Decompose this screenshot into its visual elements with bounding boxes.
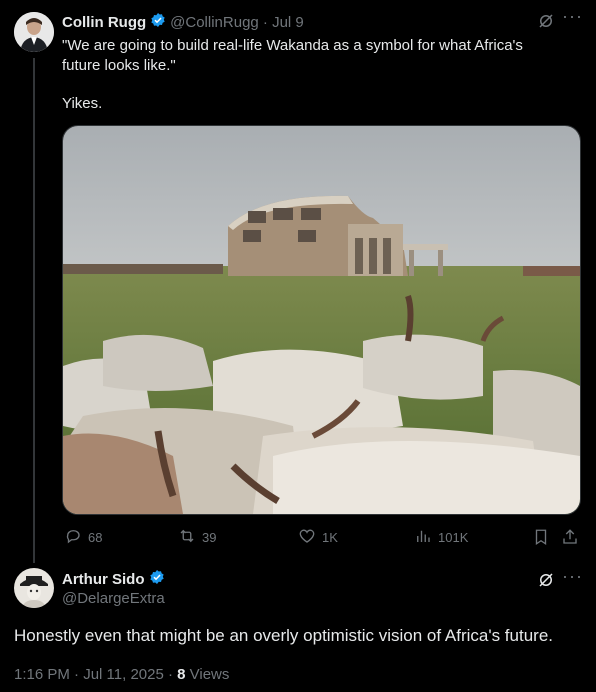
- tweet-body-line-2: future looks like.": [62, 57, 176, 74]
- views-icon: [414, 527, 432, 548]
- author-name[interactable]: Collin Rugg: [62, 14, 146, 31]
- reply-header: Arthur Sido: [62, 569, 165, 589]
- grok-icon[interactable]: [537, 571, 555, 594]
- verified-icon: [149, 569, 165, 590]
- repost-button[interactable]: 39: [178, 527, 216, 548]
- grok-icon[interactable]: [537, 12, 555, 35]
- share-icon[interactable]: [561, 528, 579, 551]
- views-count: 101K: [438, 530, 469, 545]
- avatar-arthur-sido[interactable]: [14, 568, 54, 608]
- reply-icon: [64, 527, 82, 548]
- reply-body: Honestly even that might be an overly op…: [14, 626, 553, 645]
- more-icon[interactable]: ···: [562, 6, 583, 27]
- more-icon[interactable]: ···: [562, 566, 583, 587]
- reply-meta: 1:16 PM · Jul 11, 2025 · 8 Views: [14, 666, 229, 683]
- tweet-header: Collin Rugg @CollinRugg · Jul 9: [62, 12, 304, 32]
- views-button[interactable]: 101K: [414, 527, 468, 548]
- reply-timestamp[interactable]: 1:16 PM · Jul 11, 2025 ·: [14, 666, 177, 683]
- like-count: 1K: [322, 530, 338, 545]
- tweet-body: "We are going to build real-life Wakanda…: [62, 36, 582, 114]
- like-button[interactable]: 1K: [298, 527, 338, 548]
- reply-button[interactable]: 68: [64, 527, 102, 548]
- tweet-body-line-3: Yikes.: [62, 95, 103, 112]
- verified-icon: [150, 12, 166, 33]
- reply-count: 68: [88, 530, 103, 545]
- like-icon: [298, 527, 316, 548]
- reply-author-name[interactable]: Arthur Sido: [62, 571, 145, 588]
- avatar-collin-rugg[interactable]: [14, 12, 54, 52]
- repost-icon: [178, 527, 196, 548]
- reply-handle[interactable]: @DelargeExtra: [62, 590, 165, 607]
- tweet-photo[interactable]: [62, 125, 581, 515]
- handle-and-date[interactable]: @CollinRugg · Jul 9: [170, 14, 304, 31]
- thread-line: [33, 58, 35, 563]
- bookmark-icon[interactable]: [532, 528, 550, 551]
- reply-views-label: Views: [185, 666, 230, 683]
- repost-count: 39: [202, 530, 217, 545]
- tweet-body-line-1: "We are going to build real-life Wakanda…: [62, 37, 523, 54]
